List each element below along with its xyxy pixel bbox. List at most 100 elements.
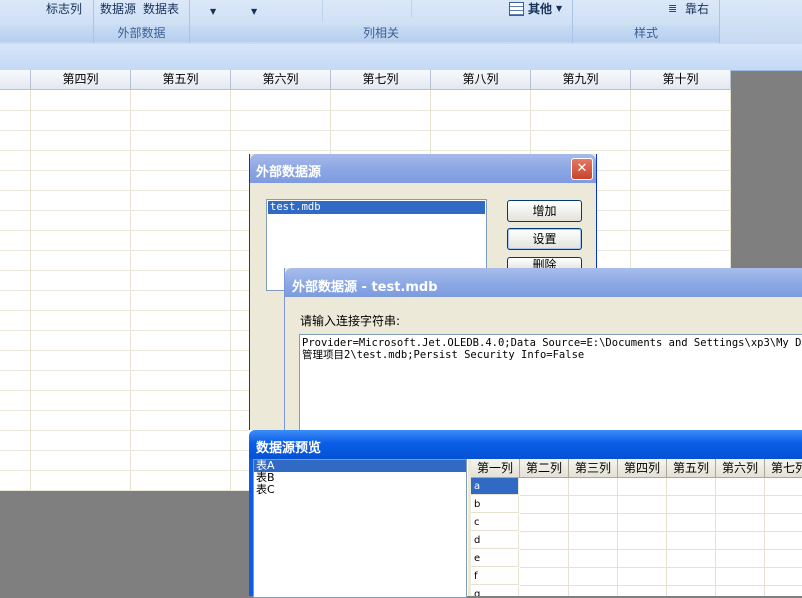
- column-header[interactable]: 第五列: [131, 70, 231, 90]
- list-item[interactable]: 表C: [254, 484, 466, 496]
- title-bar: 外部数据源 ✕: [250, 154, 596, 183]
- row-cell[interactable]: a: [471, 478, 519, 495]
- connection-string-dialog: 外部数据源 - test.mdb 请输入连接字符串: Provider=Micr…: [284, 268, 802, 440]
- dialog-title: 外部数据源: [256, 165, 322, 180]
- grid-cell[interactable]: [667, 514, 716, 532]
- grid-cell[interactable]: [569, 550, 618, 568]
- grid-cell[interactable]: [716, 496, 765, 514]
- grid-cell[interactable]: [667, 478, 716, 496]
- grid-cell[interactable]: [618, 586, 667, 596]
- chevron-down-icon: ▼: [210, 7, 217, 16]
- connection-line-1: Provider=Microsoft.Jet.OLEDB.4.0;Data So…: [302, 337, 802, 349]
- grid-cell[interactable]: [618, 478, 667, 496]
- grid-cell[interactable]: [765, 568, 802, 586]
- grid-cell[interactable]: [716, 514, 765, 532]
- close-button[interactable]: ✕: [571, 158, 593, 180]
- row-cell[interactable]: b: [471, 496, 519, 513]
- grid-cell[interactable]: [716, 478, 765, 496]
- toolbar-strip: [0, 44, 802, 71]
- grid-cell[interactable]: [618, 568, 667, 586]
- group-label-external-data: 外部数据: [94, 25, 189, 42]
- grid-cell[interactable]: [520, 496, 569, 514]
- data-source-button[interactable]: 数据源: [100, 0, 136, 18]
- row-cell[interactable]: f: [471, 568, 519, 585]
- grid-cell[interactable]: [569, 478, 618, 496]
- column-field-blank[interactable]: [323, 0, 412, 18]
- data-table-button[interactable]: 数据表: [143, 0, 179, 18]
- grid-cell[interactable]: [618, 550, 667, 568]
- row-cell[interactable]: e: [471, 550, 519, 567]
- grid-cell[interactable]: [618, 514, 667, 532]
- grid-cell[interactable]: [716, 532, 765, 550]
- grid-cell[interactable]: [569, 568, 618, 586]
- list-item[interactable]: 表B: [254, 472, 466, 484]
- column-header[interactable]: 第一列: [471, 459, 520, 478]
- grid-cell[interactable]: [667, 586, 716, 596]
- grid-cell[interactable]: [520, 550, 569, 568]
- column-header[interactable]: 第八列: [431, 70, 531, 90]
- row-cell[interactable]: d: [471, 532, 519, 549]
- grid-cell[interactable]: [569, 514, 618, 532]
- column-header[interactable]: 第三列: [569, 459, 618, 478]
- connection-string-input[interactable]: Provider=Microsoft.Jet.OLEDB.4.0;Data So…: [299, 334, 802, 440]
- grid-cell[interactable]: [765, 550, 802, 568]
- settings-button[interactable]: 设置: [507, 228, 582, 250]
- grid-cell[interactable]: [765, 514, 802, 532]
- grid-cell[interactable]: [765, 586, 802, 596]
- grid-cell[interactable]: [569, 532, 618, 550]
- list-item[interactable]: test.mdb: [268, 201, 485, 214]
- grid-cell[interactable]: [765, 496, 802, 514]
- add-button[interactable]: 增加: [507, 200, 582, 222]
- grid-cell[interactable]: [569, 586, 618, 596]
- ribbon-group-column-related: ▼ ▼ 其他 ▼ 列相关: [190, 0, 573, 43]
- grid-cell[interactable]: [618, 496, 667, 514]
- grid-cell[interactable]: [667, 550, 716, 568]
- align-right-icon: ≣: [668, 2, 678, 15]
- align-right-label: 靠右: [685, 2, 710, 16]
- column-header[interactable]: 第七列: [331, 70, 431, 90]
- grid-cell[interactable]: [716, 550, 765, 568]
- column-header[interactable]: 第六列: [716, 459, 765, 478]
- flag-column-button[interactable]: 标志列: [46, 0, 82, 18]
- table-grid-icon: [509, 2, 524, 16]
- grid-line: [0, 150, 731, 151]
- column-header[interactable]: 第五列: [667, 459, 716, 478]
- ribbon: 标志列 数据源 数据表 外部数据 ▼ ▼ 其他 ▼ 列相关 ≣ 靠右 样式: [0, 0, 802, 45]
- ribbon-group-style: ≣ 靠右 样式: [573, 0, 720, 43]
- grid-cell[interactable]: [765, 478, 802, 496]
- others-button[interactable]: 其他 ▼: [503, 0, 563, 18]
- table-list[interactable]: 表A 表B 表C: [253, 459, 467, 598]
- column-header[interactable]: 第十列: [631, 70, 731, 90]
- connection-line-2: 管理项目2\test.mdb;Persist Security Info=Fal…: [302, 349, 585, 361]
- grid-cell[interactable]: [716, 586, 765, 596]
- column-header[interactable]: 第四列: [618, 459, 667, 478]
- grid-cell[interactable]: [716, 568, 765, 586]
- column-header[interactable]: 第二列: [520, 459, 569, 478]
- group-label-empty: [0, 25, 93, 42]
- column-header[interactable]: 第九列: [531, 70, 631, 90]
- connection-prompt: 请输入连接字符串:: [300, 314, 401, 328]
- row-cell[interactable]: g: [471, 586, 519, 596]
- group-label-style: 样式: [573, 25, 719, 42]
- grid-cell[interactable]: [520, 478, 569, 496]
- grid-cell[interactable]: [520, 532, 569, 550]
- grid-cell[interactable]: [569, 496, 618, 514]
- grid-cell[interactable]: [667, 496, 716, 514]
- list-item[interactable]: 表A: [254, 460, 466, 472]
- grid-cell[interactable]: [667, 568, 716, 586]
- grid-cell[interactable]: [520, 568, 569, 586]
- others-label: 其他: [528, 2, 553, 16]
- column-dropdown-1[interactable]: ▼ ▼: [190, 0, 323, 22]
- preview-grid[interactable]: 第一列第二列第三列第四列第五列第六列第七列 abcdefg: [471, 459, 802, 596]
- row-cell[interactable]: c: [471, 514, 519, 531]
- grid-cell[interactable]: [618, 532, 667, 550]
- column-header[interactable]: 第六列: [231, 70, 331, 90]
- column-header[interactable]: 第七列: [765, 459, 802, 478]
- grid-cell[interactable]: [667, 532, 716, 550]
- grid-cell[interactable]: [765, 532, 802, 550]
- align-right-button[interactable]: ≣ 靠右: [668, 0, 716, 18]
- grid-cell[interactable]: [520, 514, 569, 532]
- column-header[interactable]: 第四列: [31, 70, 131, 90]
- column-header-blank[interactable]: [0, 70, 31, 90]
- grid-cell[interactable]: [520, 586, 569, 596]
